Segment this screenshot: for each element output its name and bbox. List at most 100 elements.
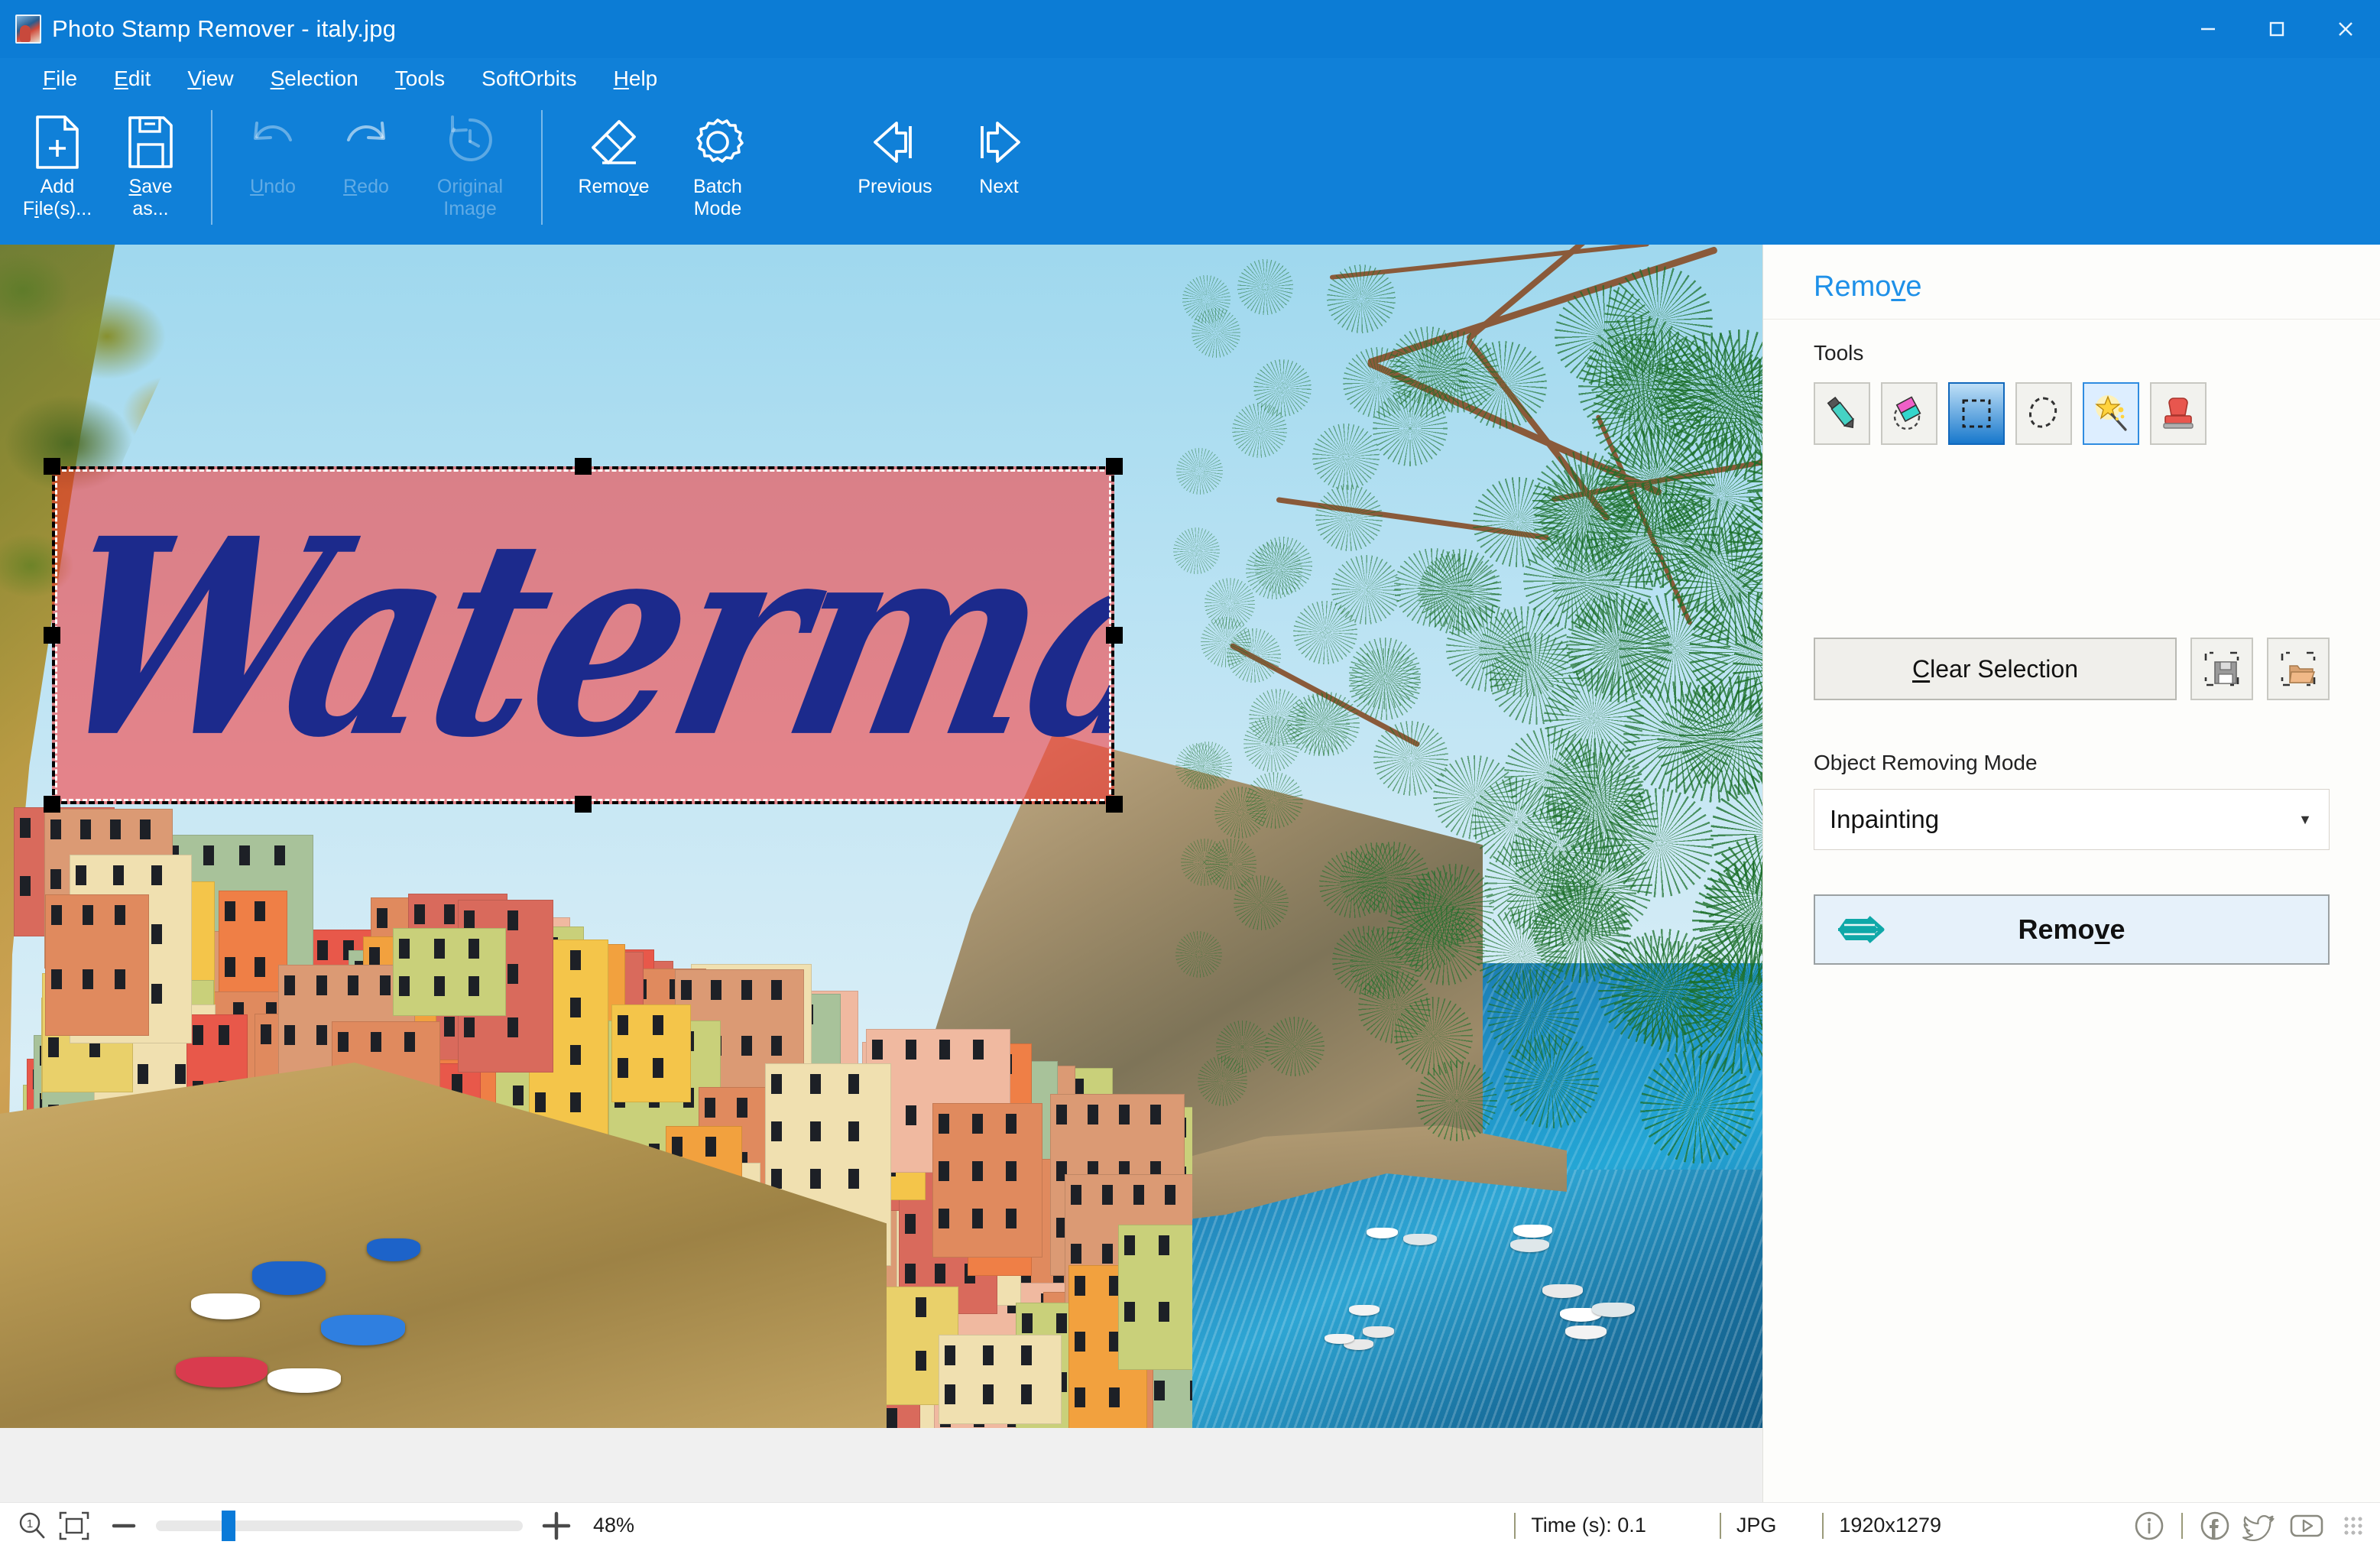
gear-icon (689, 113, 746, 171)
rectangle-select-tool-button[interactable] (1948, 382, 2005, 445)
object-removing-mode-label: Object Removing Mode (1814, 751, 2038, 774)
redo-label: Redo (343, 176, 389, 197)
panel-header: Remove (1763, 245, 2380, 320)
status-bar: 1 48% Time (s): 0.1 JPG 1920x1279 (0, 1502, 2380, 1548)
redo-button[interactable]: Redo (319, 99, 413, 234)
close-button[interactable] (2311, 0, 2380, 58)
boat (1403, 1233, 1438, 1245)
resize-grip-icon[interactable] (2343, 1515, 2363, 1536)
arrow-left-icon (866, 113, 924, 171)
menu-bar: File Edit View Selection Tools SoftOrbit… (0, 58, 2380, 99)
redo-icon (339, 113, 393, 171)
save-as-button[interactable]: Save as... (104, 99, 197, 234)
menu-item-tools-rest: ools (405, 67, 446, 90)
zoom-slider[interactable] (156, 1510, 523, 1541)
processing-time-label: Time (s): 0.1 (1531, 1514, 1646, 1537)
save-as-label: Save as... (128, 176, 173, 219)
menu-item-file[interactable]: File (24, 62, 96, 96)
boat (252, 1261, 326, 1295)
remove-toolbar-label: Remove (578, 176, 650, 197)
info-icon (2135, 1511, 2164, 1540)
boat (176, 1357, 268, 1387)
selection-handle-tc[interactable] (575, 458, 592, 475)
building (938, 1334, 1062, 1425)
add-files-button[interactable]: Add File(s)... (11, 99, 104, 234)
photo-image[interactable]: Watermark (0, 245, 1762, 1428)
menu-item-selection-rest: election (284, 67, 358, 90)
selection-handle-tr[interactable] (1106, 458, 1123, 475)
image-dimensions-label: 1920x1279 (1839, 1514, 1941, 1537)
menu-item-file-rest: ile (56, 67, 78, 90)
selection-handle-mr[interactable] (1106, 627, 1123, 644)
remove-toolbar-button[interactable]: Remove (556, 99, 671, 234)
menu-item-view[interactable]: View (169, 62, 251, 96)
building (611, 1004, 691, 1102)
zoom-out-button[interactable] (109, 1511, 139, 1541)
zoom-level-label: 48% (593, 1514, 635, 1537)
info-button[interactable] (2132, 1509, 2166, 1543)
menu-item-help-label: H (613, 67, 629, 90)
clear-selection-row: Clear Selection (1814, 638, 2330, 700)
zoom-fit-button[interactable] (58, 1511, 90, 1541)
menu-item-help[interactable]: Help (595, 62, 676, 96)
selection-handle-ml[interactable] (44, 627, 60, 644)
minimize-button[interactable] (2174, 0, 2242, 58)
application-window: Photo Stamp Remover - italy.jpg File Edi… (0, 0, 2380, 1548)
save-selection-button[interactable] (2190, 638, 2253, 700)
menu-item-selection[interactable]: Selection (252, 62, 377, 96)
zoom-fit-icon (59, 1511, 89, 1540)
toolbar-separator-2 (541, 110, 543, 225)
panel-title-accel: v (1891, 271, 1906, 303)
open-selection-button[interactable] (2267, 638, 2330, 700)
previous-button[interactable]: Previous (838, 99, 952, 234)
remove-action-button[interactable]: Remove (1814, 894, 2330, 965)
panel-body: Tools C lear Selection Object Removing M… (1763, 320, 2380, 965)
lasso-tool-button[interactable] (2015, 382, 2072, 445)
selection-rectangle[interactable] (52, 466, 1114, 804)
maximize-button[interactable] (2242, 0, 2311, 58)
zoom-actual-size-icon: 1 (19, 1512, 45, 1538)
open-selection-icon (2281, 651, 2316, 686)
lasso-icon (2029, 397, 2057, 428)
image-canvas-area[interactable]: Watermark (0, 245, 1762, 1502)
zoom-slider-thumb[interactable] (222, 1510, 236, 1541)
selection-handle-bc[interactable] (575, 796, 592, 813)
menu-item-tools-label: T (394, 67, 406, 90)
zoom-in-button[interactable] (540, 1509, 573, 1543)
menu-item-edit[interactable]: Edit (96, 62, 169, 96)
facebook-icon (2200, 1511, 2229, 1540)
undo-button[interactable]: Undo (226, 99, 319, 234)
menu-item-tools[interactable]: Tools (377, 62, 463, 96)
selection-handle-tl[interactable] (44, 458, 60, 475)
menu-item-selection-label: S (270, 67, 285, 90)
building (44, 894, 149, 1036)
file-format-label: JPG (1736, 1514, 1777, 1537)
stamp-tool-button[interactable] (2150, 382, 2207, 445)
clear-selection-button[interactable]: Clear Selection (1814, 638, 2177, 700)
magic-wand-tool-button[interactable] (2083, 382, 2139, 445)
chevron-down-icon: ▼ (2298, 811, 2312, 827)
original-image-button[interactable]: Original Image (413, 99, 527, 234)
boat (1324, 1333, 1354, 1345)
twitter-button[interactable] (2242, 1509, 2278, 1543)
menu-item-view-rest: iew (201, 67, 234, 90)
facebook-button[interactable] (2198, 1509, 2232, 1543)
youtube-button[interactable] (2288, 1509, 2325, 1543)
selection-handle-bl[interactable] (44, 796, 60, 813)
building (392, 928, 507, 1017)
selection-handle-br[interactable] (1106, 796, 1123, 813)
toolbar-separator-1 (211, 110, 212, 225)
menu-item-softorbits[interactable]: SoftOrbits (463, 62, 595, 96)
next-button[interactable]: Next (952, 99, 1046, 234)
menu-item-file-label: F (43, 67, 57, 90)
eraser-tool-button[interactable] (1881, 382, 1937, 445)
remove-action-label: Remove (2018, 914, 2125, 945)
batch-mode-button[interactable]: Batch Mode (671, 99, 764, 234)
social-links (2132, 1509, 2325, 1543)
marker-tool-button[interactable] (1814, 382, 1870, 445)
original-image-icon (443, 113, 497, 171)
object-removing-mode-select[interactable]: Inpainting ▼ (1814, 789, 2330, 850)
boat (1592, 1303, 1636, 1318)
zoom-actual-size-button[interactable]: 1 (17, 1511, 47, 1541)
status-divider-2 (1719, 1512, 1721, 1539)
